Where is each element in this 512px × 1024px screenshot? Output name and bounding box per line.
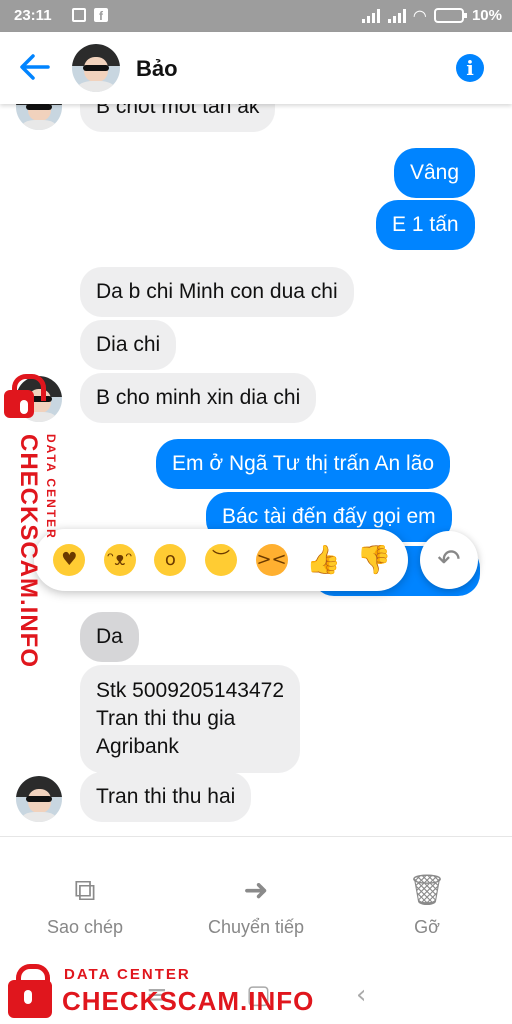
angry-emoji-icon[interactable]: >< [255,544,288,576]
message-bubble[interactable]: B cho minh xin dia chi [80,373,317,423]
message-bubble[interactable]: Da [80,612,139,662]
thumbs-up-icon[interactable]: 👍 [306,544,341,576]
forward-icon: ➜ [243,873,269,908]
status-bar: 23:11 f ◠ 10% [0,0,512,32]
lock-icon [4,374,46,418]
message-bubble[interactable]: Stk 5009205143472 Tran thi thu gia Agrib… [80,665,301,773]
message-bubble[interactable]: Vâng [394,148,476,198]
avatar [16,104,62,130]
message-bubble[interactable]: E 1 tấn [376,200,475,250]
remove-label: Gỡ [414,917,440,937]
copy-button[interactable]: ⧉ Sao chép [20,873,150,938]
watermark-big: CHECKSCAM.INFO [62,986,315,1016]
conversation-header: Bảo i [0,32,512,104]
wifi-icon: ◠ [413,6,426,25]
avatar [16,776,62,822]
message-bubble[interactable]: Da b chi Minh con dua chi [80,267,354,317]
sad-emoji-icon[interactable]: ︶ [204,544,237,576]
message-list[interactable]: B chot mot tan ak Vâng E 1 tấn Da b chi … [0,104,512,836]
back-arrow-icon[interactable] [18,52,52,82]
watermark-big: CHECKSCAM.INFO [15,434,42,668]
message-actions-bar: ⧉ Sao chép ➜ Chuyển tiếp 🗑 Gỡ [0,836,512,964]
watermark-vertical: CHECKSCAM.INFO DATA CENTER [0,374,60,668]
info-icon[interactable]: i [456,54,484,82]
message-line: Tran thi thu gia [96,707,236,730]
signal-icon [361,8,380,23]
message-bubble[interactable]: B chot mot tan ak [80,104,276,132]
battery-percent: 10% [471,7,502,24]
lock-icon [8,964,52,1018]
message-bubble[interactable]: Em ở Ngã Tư thị trấn An lão [156,439,451,489]
reply-icon[interactable]: ↶ [420,531,478,589]
trash-icon: 🗑 [407,873,447,908]
watermark-small: DATA CENTER [44,434,58,540]
message-bubble[interactable]: Dia chi [80,320,177,370]
reaction-picker: ♥ ᵔᴥᵔ o ︶ >< 👍 👎 [34,529,408,591]
copy-icon: ⧉ [74,873,96,908]
status-time: 23:11 [14,7,52,24]
message-line: Agribank [96,735,179,758]
message-bubble[interactable]: Tran thi thu hai [80,772,252,822]
copy-label: Sao chép [46,917,124,937]
forward-button[interactable]: ➜ Chuyển tiếp [191,873,321,938]
thumbs-down-icon[interactable]: 👎 [357,544,392,576]
contact-name[interactable]: Bảo [136,56,178,82]
message-line: Stk 5009205143472 [96,679,285,702]
wow-emoji-icon[interactable]: o [154,544,187,576]
facebook-icon: f [94,8,108,22]
signal-icon [387,8,406,23]
avatar[interactable] [72,44,120,92]
watermark-small: DATA CENTER [64,966,191,983]
forward-label: Chuyển tiếp [207,917,305,937]
gmail-icon [72,8,86,22]
laughing-emoji-icon[interactable]: ᵔᴥᵔ [103,544,136,576]
battery-charging-icon [433,8,467,23]
remove-button[interactable]: 🗑 Gỡ [362,873,492,938]
back-nav-icon[interactable]: ‹ [356,980,366,1010]
